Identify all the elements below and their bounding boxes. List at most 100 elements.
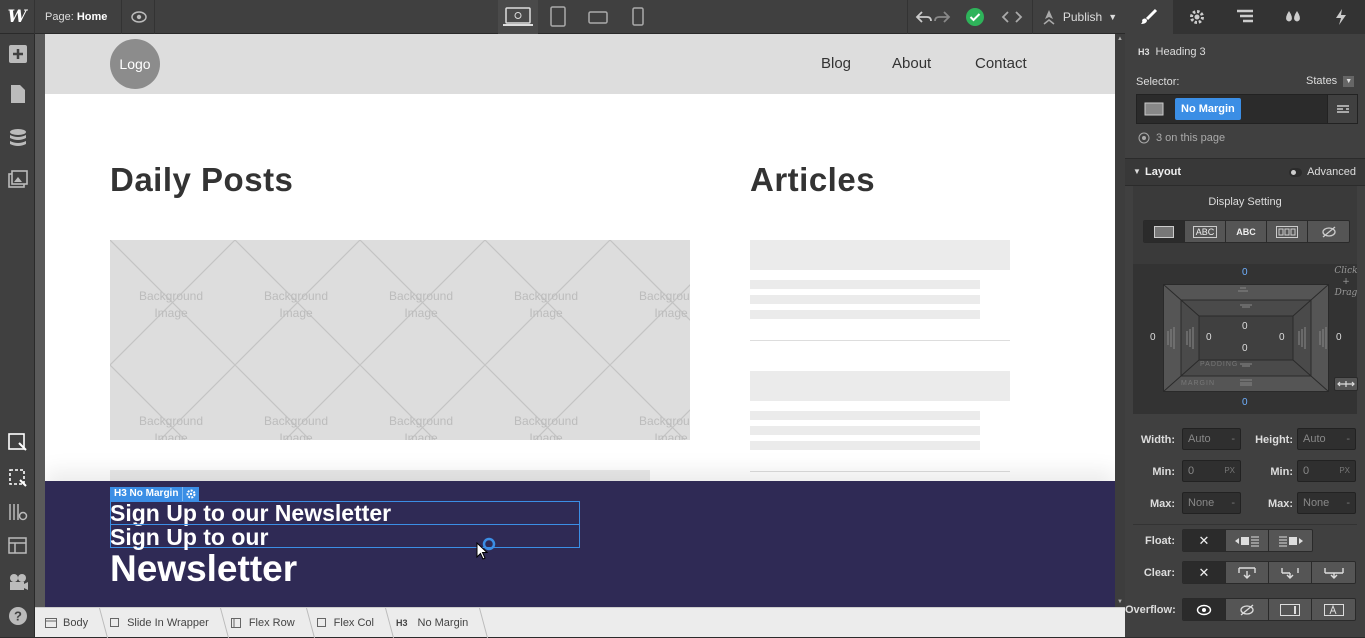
article-divider <box>750 340 1010 341</box>
tab-navigator[interactable] <box>1221 0 1269 34</box>
expand-arrows-icon <box>1337 381 1355 387</box>
float-left-button[interactable] <box>1226 530 1269 551</box>
selected-element-tag[interactable]: H3 No Margin <box>110 487 183 501</box>
max-width-field[interactable]: None - <box>1182 492 1241 514</box>
margin-right-value[interactable]: 0 <box>1336 332 1342 343</box>
breadcrumb-flex-row[interactable]: Flex Row <box>221 608 307 638</box>
element-settings-button[interactable] <box>182 487 199 501</box>
overflow-visible-button[interactable] <box>1183 599 1226 620</box>
padding-left-value[interactable]: 0 <box>1206 332 1212 343</box>
bg-label-line2: Image <box>654 431 688 440</box>
webflow-logo[interactable]: W <box>0 0 35 34</box>
publish-button[interactable]: Publish ▼ <box>1032 0 1125 34</box>
padding-bottom-value[interactable]: 0 <box>1242 343 1248 354</box>
newsletter-heading-selected[interactable]: Sign Up to our Newsletter <box>110 500 391 527</box>
selector-class-chip[interactable]: No Margin <box>1175 98 1241 120</box>
scroll-up-icon[interactable]: ▲ <box>1117 36 1123 42</box>
breadcrumb-body[interactable]: Body <box>35 608 100 638</box>
code-icon <box>1001 11 1023 23</box>
newsletter-heading-line2[interactable]: Newsletter <box>110 548 297 590</box>
layout-preview-icon[interactable] <box>8 536 28 556</box>
layout-section-header[interactable]: ▼ Layout Advanced <box>1125 158 1365 186</box>
dashed-select-icon[interactable] <box>8 468 28 488</box>
page-selector[interactable]: Page: Home <box>45 11 107 23</box>
states-dropdown[interactable]: States ▼ <box>1306 75 1355 87</box>
float-none-button[interactable]: ✕ <box>1183 530 1226 551</box>
mobile-landscape-button[interactable] <box>578 0 618 34</box>
width-field[interactable]: Auto - <box>1182 428 1241 450</box>
clear-none-button[interactable]: ✕ <box>1183 562 1226 583</box>
float-label: Float: <box>1145 535 1175 547</box>
margin-left-value[interactable]: 0 <box>1150 332 1156 343</box>
code-button[interactable] <box>992 0 1032 34</box>
tab-swatches[interactable] <box>1269 0 1317 34</box>
desktop-view-button[interactable] <box>498 0 538 34</box>
tab-interactions[interactable] <box>1317 0 1365 34</box>
eye-slash-icon <box>1321 226 1336 237</box>
box-model-expand-button[interactable] <box>1334 377 1358 391</box>
select-element-icon[interactable] <box>8 432 28 452</box>
video-tutorials-icon[interactable] <box>8 572 28 592</box>
cms-database-icon[interactable] <box>8 128 28 148</box>
display-block-button[interactable] <box>1144 221 1185 242</box>
page-preview[interactable]: Logo Blog About Contact Daily Posts Arti… <box>45 34 1115 607</box>
breadcrumb-no-margin[interactable]: H3 No Margin <box>386 608 480 638</box>
help-icon[interactable]: ? <box>8 606 28 626</box>
breadcrumb-slide-in-wrapper[interactable]: Slide In Wrapper <box>100 608 221 638</box>
clear-both-button[interactable] <box>1312 562 1355 583</box>
selector-field[interactable]: No Margin <box>1136 94 1358 124</box>
margin-top-value[interactable]: 0 <box>1242 267 1248 278</box>
overflow-hidden-button[interactable] <box>1226 599 1269 620</box>
display-flex-button[interactable] <box>1267 221 1308 242</box>
tablet-view-button[interactable] <box>538 0 578 34</box>
preview-button[interactable] <box>121 0 155 34</box>
canvas-scrollbar[interactable]: ▲ ▼ <box>1115 34 1125 607</box>
nav-link-about[interactable]: About <box>892 55 931 72</box>
height-field[interactable]: Auto - <box>1297 428 1356 450</box>
overflow-scroll-button[interactable] <box>1269 599 1312 620</box>
max-height-field[interactable]: None - <box>1297 492 1356 514</box>
clear-both-icon <box>1323 567 1344 579</box>
tab-settings[interactable] <box>1173 0 1221 34</box>
padding-right-value[interactable]: 0 <box>1279 332 1285 343</box>
clear-left-button[interactable] <box>1226 562 1269 583</box>
body-icon <box>45 617 57 628</box>
site-logo[interactable]: Logo <box>110 39 160 89</box>
box-model-editor[interactable] <box>1163 284 1329 392</box>
overflow-auto-button[interactable] <box>1312 599 1355 620</box>
undo-redo[interactable] <box>908 0 958 34</box>
nav-link-contact[interactable]: Contact <box>975 55 1027 72</box>
clear-right-button[interactable] <box>1269 562 1312 583</box>
min-width-field[interactable]: 0 PX <box>1182 460 1241 482</box>
min-height-field[interactable]: 0 PX <box>1297 460 1356 482</box>
interactions-icon[interactable] <box>8 502 28 522</box>
background-image-placeholder[interactable]: Background Image Background Image Backgrou… <box>110 240 690 440</box>
daily-posts-heading[interactable]: Daily Posts <box>110 161 293 199</box>
display-inline-button[interactable]: ABC <box>1226 221 1267 242</box>
page-prefix: Page: <box>45 11 74 23</box>
selector-menu-button[interactable] <box>1327 95 1357 123</box>
publish-status[interactable] <box>958 0 992 34</box>
pages-icon[interactable] <box>8 84 28 104</box>
newsletter-slide-in[interactable]: H3 No Margin Sign Up to our Newsletter S… <box>45 481 1115 607</box>
articles-heading[interactable]: Articles <box>750 161 875 199</box>
margin-bottom-value[interactable]: 0 <box>1242 397 1248 408</box>
display-inline-block-button[interactable]: ABC <box>1185 221 1226 242</box>
assets-icon[interactable] <box>8 170 28 190</box>
scroll-down-icon[interactable]: ▼ <box>1117 599 1123 605</box>
add-element-icon[interactable] <box>8 44 28 64</box>
min-width-value: 0 <box>1188 465 1195 477</box>
float-right-button[interactable] <box>1269 530 1312 551</box>
breadcrumb-flex-col[interactable]: Flex Col <box>307 608 386 638</box>
bg-label: Background Image <box>241 413 351 440</box>
display-none-button[interactable] <box>1308 221 1349 242</box>
advanced-toggle[interactable]: Advanced <box>1289 166 1356 178</box>
newsletter-heading-line1[interactable]: Sign Up to our <box>110 524 268 551</box>
style-panel: H3 Heading 3 Selector: States ▼ No Margi… <box>1125 0 1365 637</box>
bg-label-line2: Image <box>404 431 438 440</box>
tab-style[interactable] <box>1125 0 1173 34</box>
mobile-portrait-button[interactable] <box>618 0 658 34</box>
nav-link-blog[interactable]: Blog <box>821 55 851 72</box>
article-line-placeholder <box>750 411 980 420</box>
padding-top-value[interactable]: 0 <box>1242 321 1248 332</box>
